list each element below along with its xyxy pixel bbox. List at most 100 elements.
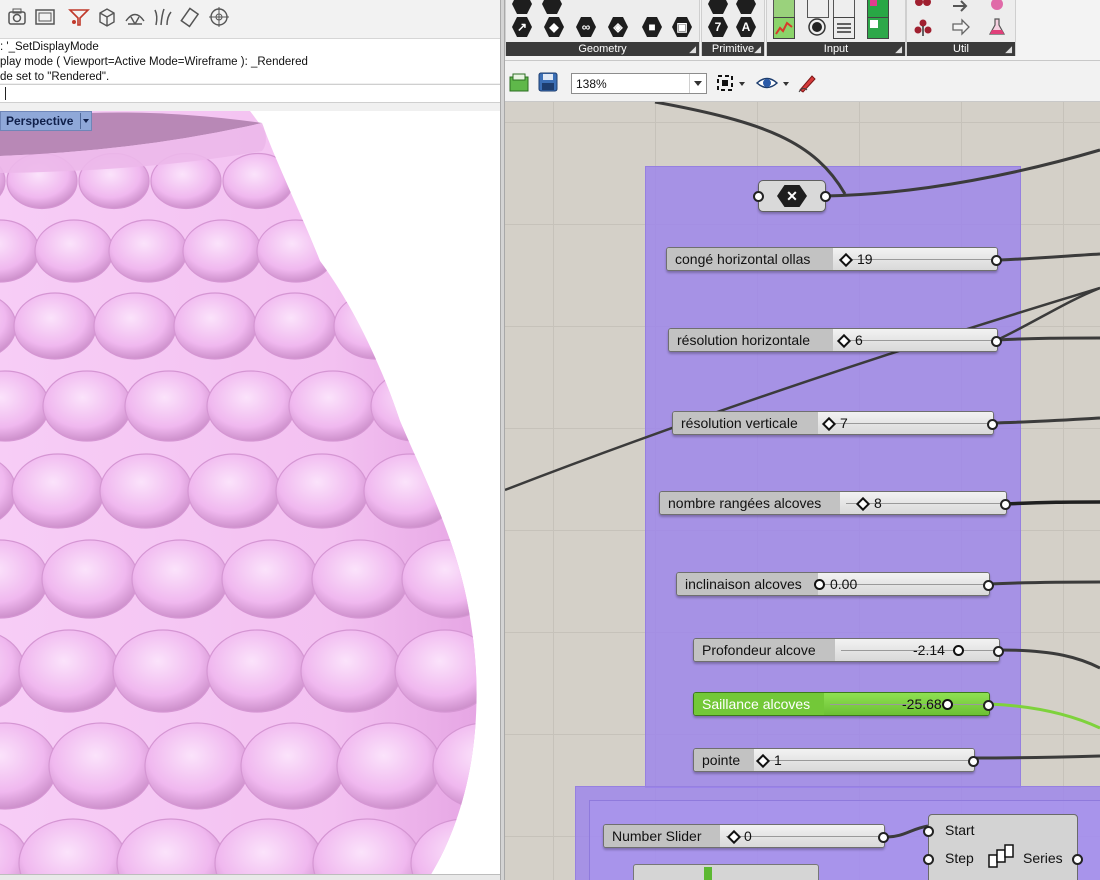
ribbon-panel-label[interactable]: Input ◢ <box>767 42 905 56</box>
slider-track[interactable]: 0 <box>720 825 884 847</box>
arrow-right-icon[interactable] <box>951 0 971 16</box>
slider-track[interactable]: 6 <box>833 329 997 351</box>
number-slider[interactable]: résolution verticale 7 <box>672 411 998 435</box>
brep-icon[interactable]: ▣ <box>672 17 692 37</box>
box-icon[interactable] <box>96 6 118 28</box>
flask-icon[interactable] <box>987 0 1007 16</box>
command-input[interactable] <box>0 84 500 103</box>
output-port[interactable] <box>983 580 994 591</box>
series-component[interactable]: Start Step Series <box>923 814 1083 880</box>
flask-icon[interactable] <box>987 17 1007 37</box>
zoom-select[interactable]: 138% <box>571 73 707 94</box>
panel-expand-icon[interactable]: ◢ <box>895 42 902 56</box>
slider-track[interactable]: 7 <box>818 412 993 434</box>
integer-icon[interactable] <box>708 0 728 14</box>
arrow-icon[interactable] <box>512 0 532 14</box>
slider-handle[interactable] <box>704 867 712 880</box>
slider-handle[interactable] <box>942 699 953 710</box>
number-slider[interactable]: Profondeur alcove -2.14 <box>693 638 1004 662</box>
output-port[interactable] <box>878 832 889 843</box>
output-port[interactable] <box>993 646 1004 657</box>
tree-icon[interactable] <box>913 17 933 37</box>
ribbon-panel-label[interactable]: Primitive ◢ <box>702 42 764 56</box>
colour-slider-partial[interactable] <box>633 864 819 880</box>
link-icon[interactable]: ∞ <box>576 17 596 37</box>
slider-track[interactable]: 8 <box>840 492 1006 514</box>
shape-icon[interactable]: ◆ <box>544 17 564 37</box>
shape-icon[interactable] <box>542 0 562 14</box>
toggle-icon[interactable] <box>807 17 827 37</box>
output-port[interactable] <box>968 756 979 767</box>
output-port[interactable] <box>820 191 831 202</box>
output-port[interactable] <box>1072 854 1083 865</box>
output-port[interactable] <box>991 336 1002 347</box>
output-port[interactable] <box>991 255 1002 266</box>
slider-handle[interactable] <box>726 829 742 845</box>
text-icon[interactable] <box>736 0 756 14</box>
panel-icon[interactable] <box>833 17 855 39</box>
slider-track[interactable]: 19 <box>833 248 997 270</box>
slider-track[interactable]: 0.00 <box>814 573 989 595</box>
mesh-icon[interactable] <box>124 6 146 28</box>
grasshopper-canvas[interactable]: ✕ congé horizontal ollas 19 résolution hor… <box>505 102 1100 880</box>
box-param-icon[interactable]: ■ <box>642 17 662 37</box>
chevron-down-icon[interactable] <box>689 74 706 93</box>
arrow-right-icon[interactable] <box>951 17 971 37</box>
viewport-tab-perspective[interactable]: Perspective <box>0 111 92 131</box>
perspective-viewport[interactable]: Perspective <box>0 111 500 876</box>
save-icon[interactable] <box>538 72 558 92</box>
target-icon[interactable] <box>208 6 230 28</box>
gradient-icon[interactable] <box>773 17 795 39</box>
number-slider[interactable]: pointe 1 <box>693 748 979 772</box>
slider-track[interactable]: -2.14 <box>835 639 999 661</box>
panel-label-text: Primitive <box>711 43 755 55</box>
input-port[interactable] <box>923 854 934 865</box>
box-icon[interactable]: ◈ <box>608 17 628 37</box>
number-slider[interactable]: nombre rangées alcoves 8 <box>659 491 1011 515</box>
preview-eye-icon[interactable] <box>755 73 793 93</box>
slider-handle[interactable] <box>814 579 825 590</box>
slider-handle[interactable] <box>838 252 854 268</box>
slider-track[interactable]: -25.68 <box>824 693 989 715</box>
number-slider[interactable]: Number Slider 0 <box>603 824 889 848</box>
image-sampler-icon[interactable] <box>867 17 889 39</box>
panel-icon[interactable] <box>833 0 855 18</box>
slider-handle[interactable] <box>855 496 871 512</box>
grass-icon[interactable] <box>152 6 174 28</box>
output-port[interactable] <box>987 419 998 430</box>
eraser-icon[interactable] <box>180 6 202 28</box>
ribbon-panel-label[interactable]: Util ◢ <box>907 42 1015 56</box>
panel-expand-icon[interactable]: ◢ <box>754 42 761 56</box>
ribbon-panel-label[interactable]: Geometry ◢ <box>506 42 699 56</box>
number-slider[interactable]: congé horizontal ollas 19 <box>666 247 1002 271</box>
colour-swatch-icon[interactable] <box>867 0 889 18</box>
slider-handle[interactable] <box>836 333 852 349</box>
panel-expand-icon[interactable]: ◢ <box>1005 42 1012 56</box>
window-icon[interactable] <box>34 6 56 28</box>
number-slider[interactable]: résolution horizontale 6 <box>668 328 1002 352</box>
output-port[interactable] <box>983 700 994 711</box>
tree-icon[interactable] <box>913 0 933 16</box>
slider-track[interactable]: 1 <box>754 749 974 771</box>
filter-icon[interactable] <box>68 6 90 28</box>
cancel-component[interactable]: ✕ <box>753 180 831 212</box>
slider-handle[interactable] <box>755 753 771 769</box>
slider-handle[interactable] <box>953 645 964 656</box>
sketch-pen-icon[interactable] <box>797 73 819 93</box>
slider-handle[interactable] <box>821 416 837 432</box>
output-port[interactable] <box>1000 499 1011 510</box>
toggle-icon[interactable] <box>807 0 829 18</box>
number-slider[interactable]: inclinaison alcoves 0.00 <box>676 572 994 596</box>
zoom-extents-icon[interactable] <box>715 73 749 93</box>
open-file-icon[interactable] <box>509 72 529 92</box>
input-port[interactable] <box>923 826 934 837</box>
viewport-menu-arrow-icon[interactable] <box>80 113 91 129</box>
integer-icon[interactable]: 7 <box>708 17 728 37</box>
number-slider[interactable]: Saillance alcoves -25.68 <box>693 692 994 716</box>
input-port[interactable] <box>753 191 764 202</box>
arrow-icon[interactable]: ↗ <box>512 17 532 37</box>
gradient-icon[interactable] <box>773 0 795 18</box>
text-icon[interactable]: A <box>736 17 756 37</box>
panel-expand-icon[interactable]: ◢ <box>689 42 696 56</box>
camera-icon[interactable] <box>6 6 28 28</box>
